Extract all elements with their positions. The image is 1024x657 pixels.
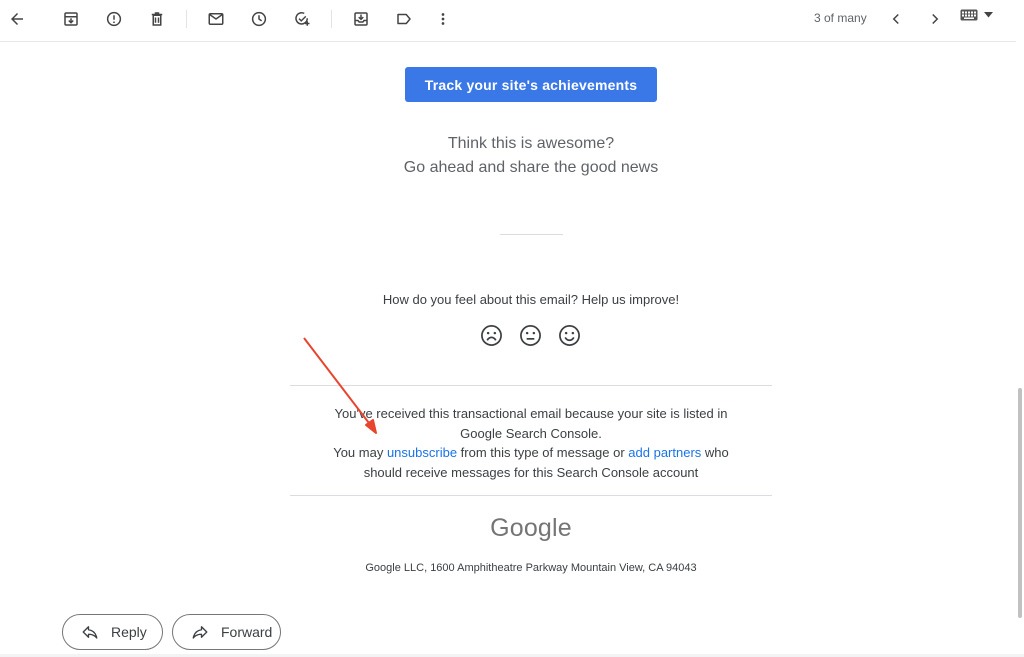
pager-count: 3 of many (814, 11, 867, 25)
share-prompt-line: Go ahead and share the good news (403, 159, 659, 176)
move-to-button[interactable] (347, 5, 375, 33)
chevron-down-icon (984, 12, 993, 18)
reply-button[interactable]: Reply (62, 614, 163, 650)
forward-label: Forward (221, 624, 273, 640)
add-task-icon (295, 12, 310, 26)
reply-icon (82, 626, 98, 639)
reply-label: Reply (111, 624, 147, 640)
neutral-face-icon[interactable] (519, 324, 542, 347)
sad-face-icon[interactable] (480, 324, 503, 347)
notice-line: You've received this transactional email… (334, 406, 728, 421)
notice-text: from this type of message or (457, 445, 629, 460)
more-vert-icon (441, 13, 445, 25)
feedback-faces (480, 324, 581, 347)
mark-unread-icon (208, 13, 224, 25)
snooze-button[interactable] (245, 5, 273, 33)
add-partners-link[interactable]: add partners (628, 445, 701, 460)
more-options-button[interactable] (429, 5, 457, 33)
google-logo: Google (490, 514, 572, 542)
divider (290, 385, 772, 386)
forward-icon (192, 626, 208, 639)
keyboard-icon (960, 9, 978, 21)
back-button[interactable] (3, 5, 31, 33)
add-task-button[interactable] (288, 5, 316, 33)
feedback-question: How do you feel about this email? Help u… (382, 292, 680, 307)
divider (290, 495, 772, 496)
unsubscribe-link[interactable]: unsubscribe (387, 445, 457, 460)
notice-text: You may (333, 445, 387, 460)
older-button[interactable] (921, 5, 949, 33)
happy-face-icon[interactable] (558, 324, 581, 347)
notice-line: should receive messages for this Search … (363, 464, 699, 480)
snooze-icon (251, 11, 267, 27)
label-button[interactable] (390, 5, 418, 33)
divider (500, 234, 563, 235)
move-to-icon (354, 12, 368, 26)
toolbar-separator (186, 10, 187, 28)
arrow-left-icon (11, 13, 23, 25)
notice-text: who (701, 445, 729, 460)
input-tools-button[interactable] (960, 9, 993, 21)
share-prompt-line: Think this is awesome? (447, 135, 615, 152)
notice-line: Google Search Console. (460, 425, 602, 441)
label-icon (397, 13, 411, 25)
mark-unread-button[interactable] (202, 5, 230, 33)
notice-line: You may unsubscribe from this type of me… (290, 443, 772, 463)
transactional-notice: You've received this transactional email… (290, 404, 772, 482)
archive-button[interactable] (57, 5, 85, 33)
forward-button[interactable]: Forward (172, 614, 281, 650)
delete-icon (151, 12, 163, 26)
archive-icon (64, 12, 78, 26)
company-address: Google LLC, 1600 Amphitheatre Parkway Mo… (365, 562, 697, 574)
chevron-right-icon (932, 13, 939, 25)
newer-button[interactable] (882, 5, 910, 33)
message-toolbar: 3 of many (0, 0, 1016, 42)
scrollbar-thumb[interactable] (1018, 388, 1022, 618)
toolbar-separator (331, 10, 332, 28)
report-spam-icon (106, 11, 122, 27)
chevron-left-icon (892, 13, 899, 25)
report-spam-button[interactable] (100, 5, 128, 33)
delete-button[interactable] (143, 5, 171, 33)
track-achievements-button[interactable]: Track your site's achievements (405, 67, 657, 102)
